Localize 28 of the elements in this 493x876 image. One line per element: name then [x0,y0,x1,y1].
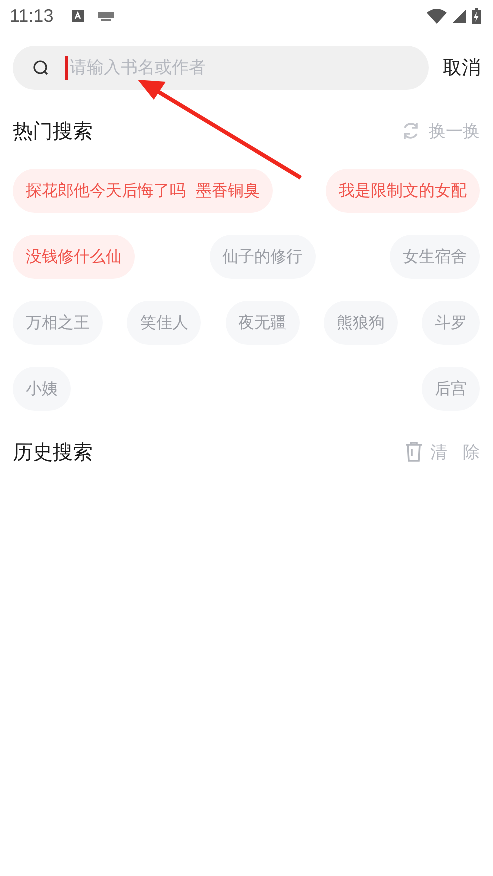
keyboard-icon [98,12,114,20]
signal-icon [453,10,466,22]
search-tag[interactable]: 女生宿舍 [390,235,480,279]
refresh-button[interactable]: 换一换 [401,120,480,142]
search-tag[interactable]: 探花郎他今天后悔了吗 墨香铜臭 [13,169,274,213]
search-tag[interactable]: 没钱修什么仙 [13,235,135,279]
section-title: 热门搜索 [13,118,93,144]
battery-icon [472,8,481,24]
wifi-icon [427,8,447,24]
keyboard-letter-icon [72,10,84,22]
search-tag[interactable]: 夜无疆 [226,301,300,345]
search-tag[interactable]: 小姨 [13,367,71,411]
search-tag[interactable]: 斗罗 [422,301,480,345]
search-tag[interactable]: 仙子的修行 [210,235,316,279]
text-cursor [65,56,68,80]
trash-icon [404,442,423,462]
clear-button[interactable]: 清 除 [404,440,480,464]
search-field[interactable]: 请输入书名或作者 [13,46,429,90]
search-tag[interactable]: 熊狼狗 [324,301,398,345]
section-title: 历史搜索 [13,438,93,466]
search-tag[interactable]: 笑佳人 [127,301,202,345]
search-tag[interactable]: 后宫 [422,367,480,411]
search-tag[interactable]: 万相之王 [13,301,103,345]
search-tag[interactable]: 我是限制文的女配 [326,169,480,213]
refresh-icon [401,121,421,141]
cancel-button[interactable]: 取消 [443,55,481,81]
status-time: 11:13 [10,6,54,26]
search-icon [33,60,49,76]
